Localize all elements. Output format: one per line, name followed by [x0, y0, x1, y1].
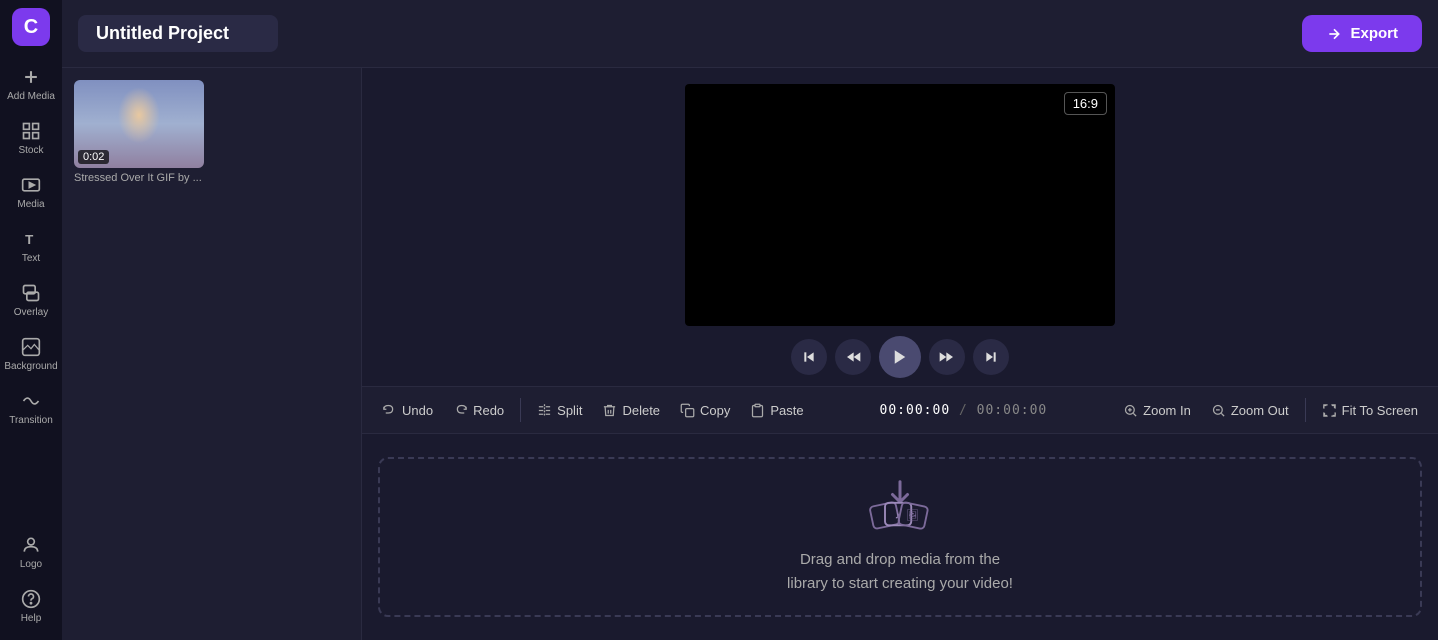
sidebar-item-overlay[interactable]: Overlay [2, 274, 60, 324]
timeline-area[interactable]: ♪ 🖼 Drag and drop media from the library… [362, 434, 1438, 640]
drop-text: Drag and drop media from the library to … [787, 548, 1013, 596]
skip-to-start-button[interactable] [791, 339, 827, 375]
svg-text:🖼: 🖼 [906, 510, 919, 522]
stock-icon [20, 120, 42, 142]
sidebar-item-help[interactable]: Help [2, 580, 60, 630]
timeline-drop-zone[interactable]: ♪ 🖼 Drag and drop media from the library… [378, 457, 1422, 617]
skip-end-icon [983, 349, 999, 365]
export-label: Export [1350, 25, 1398, 42]
zoom-in-icon [1123, 403, 1138, 418]
zoom-in-button[interactable]: Zoom In [1115, 398, 1199, 423]
fast-forward-icon [939, 349, 955, 365]
sidebar-label-text: Text [22, 253, 40, 264]
zoom-out-button[interactable]: Zoom Out [1203, 398, 1297, 423]
delete-button[interactable]: Delete [594, 398, 668, 423]
sidebar-item-transition[interactable]: Transition [2, 382, 60, 432]
rewind-icon [845, 349, 861, 365]
help-icon [20, 588, 42, 610]
fit-to-screen-icon [1322, 403, 1337, 418]
media-duration: 0:02 [78, 150, 109, 164]
skip-start-icon [801, 349, 817, 365]
topbar: Untitled Project Export [62, 0, 1438, 68]
drop-line2: library to start creating your video! [787, 575, 1013, 592]
timecode-current: 00:00:00 [880, 403, 951, 418]
sidebar-label-transition: Transition [9, 415, 53, 426]
sidebar-item-media[interactable]: Media [2, 166, 60, 216]
redo-icon [453, 403, 468, 418]
sidebar-label-overlay: Overlay [14, 307, 48, 318]
export-icon [1326, 26, 1342, 42]
main-area: Untitled Project Export 0:02 Stressed Ov… [62, 0, 1438, 640]
timecode-display: 00:00:00 / 00:00:00 [880, 403, 1048, 418]
content-area: 0:02 Stressed Over It GIF by ... 16:9 [62, 68, 1438, 640]
sidebar-item-stock[interactable]: Stock [2, 112, 60, 162]
zoom-out-label: Zoom Out [1231, 403, 1289, 418]
drop-line1: Drag and drop media from the [800, 551, 1000, 568]
playback-controls [685, 336, 1115, 378]
fit-to-screen-label: Fit To Screen [1342, 403, 1418, 418]
export-button[interactable]: Export [1302, 15, 1422, 52]
delete-icon [602, 403, 617, 418]
sidebar-item-text[interactable]: T Text [2, 220, 60, 270]
aspect-ratio-badge: 16:9 [1064, 92, 1107, 115]
skip-to-end-button[interactable] [973, 339, 1009, 375]
undo-label: Undo [402, 403, 433, 418]
paste-label: Paste [770, 403, 803, 418]
app-logo[interactable]: C [12, 8, 50, 46]
fast-forward-button[interactable] [929, 339, 965, 375]
paste-button[interactable]: Paste [742, 398, 811, 423]
preview-section: 16:9 [362, 68, 1438, 386]
undo-icon [382, 403, 397, 418]
undo-button[interactable]: Undo [374, 398, 441, 423]
sidebar-label-help: Help [21, 613, 42, 624]
copy-icon [680, 403, 695, 418]
play-icon [891, 348, 909, 366]
split-icon [537, 403, 552, 418]
project-title-box[interactable]: Untitled Project [78, 15, 278, 52]
fit-to-screen-button[interactable]: Fit To Screen [1314, 398, 1426, 423]
plus-icon [20, 66, 42, 88]
copy-button[interactable]: Copy [672, 398, 738, 423]
paste-icon [750, 403, 765, 418]
redo-button[interactable]: Redo [445, 398, 512, 423]
sidebar-label-add-media: Add Media [7, 91, 55, 102]
preview-screen [685, 84, 1115, 326]
split-label: Split [557, 403, 582, 418]
zoom-in-label: Zoom In [1143, 403, 1191, 418]
text-icon: T [20, 228, 42, 250]
background-icon [20, 336, 42, 358]
copy-label: Copy [700, 403, 730, 418]
media-icon [20, 174, 42, 196]
preview-container: 16:9 [685, 84, 1115, 378]
project-title: Untitled Project [96, 23, 229, 43]
split-button[interactable]: Split [529, 398, 590, 423]
redo-label: Redo [473, 403, 504, 418]
zoom-out-icon [1211, 403, 1226, 418]
timecode-total: 00:00:00 [977, 403, 1048, 418]
transition-icon [20, 390, 42, 412]
media-title: Stressed Over It GIF by ... [74, 172, 204, 184]
media-thumbnail[interactable]: 0:02 [74, 80, 204, 168]
drop-media-icon: ♪ 🖼 [860, 478, 940, 538]
media-panel: 0:02 Stressed Over It GIF by ... [62, 68, 362, 640]
sidebar-item-logo[interactable]: Logo [2, 526, 60, 576]
media-item[interactable]: 0:02 Stressed Over It GIF by ... [74, 80, 204, 184]
sidebar-item-add-media[interactable]: Add Media [2, 58, 60, 108]
sidebar-label-background: Background [4, 361, 57, 372]
sidebar-label-media: Media [17, 199, 44, 210]
toolbar-separator-1 [520, 398, 521, 422]
toolbar-separator-2 [1305, 398, 1306, 422]
rewind-button[interactable] [835, 339, 871, 375]
sidebar-label-logo: Logo [20, 559, 42, 570]
svg-text:T: T [25, 232, 33, 247]
overlay-icon [20, 282, 42, 304]
sidebar-item-background[interactable]: Background [2, 328, 60, 378]
play-pause-button[interactable] [879, 336, 921, 378]
sidebar-label-stock: Stock [18, 145, 43, 156]
toolbar: Undo Redo Split [362, 386, 1438, 434]
delete-label: Delete [622, 403, 660, 418]
logo-icon [20, 534, 42, 556]
right-area: 16:9 [362, 68, 1438, 640]
sidebar: C Add Media Stock Media [0, 0, 62, 640]
